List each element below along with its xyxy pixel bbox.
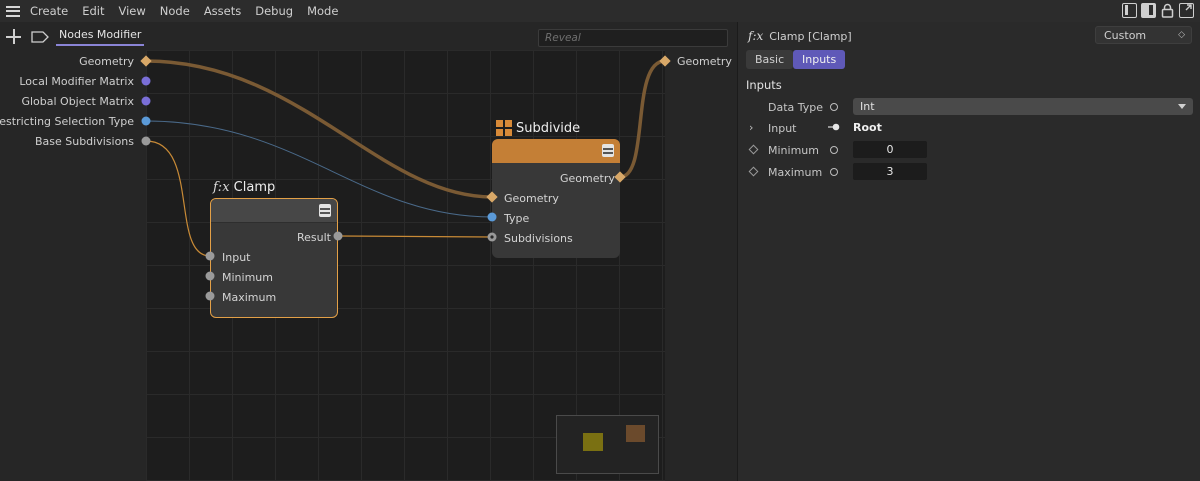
subdivide-input-type: Type <box>504 212 530 225</box>
output-ports-panel <box>665 50 736 481</box>
clamp-output-result: Result <box>297 231 331 244</box>
minimap-node-subdivide <box>626 425 645 442</box>
connected-port-icon <box>828 123 840 131</box>
chevron-down-icon <box>1178 104 1186 109</box>
minimum-label: Minimum <box>768 144 819 157</box>
input-port-base-subdivisions: Base Subdivisions <box>34 135 134 148</box>
node-menu-icon[interactable] <box>602 144 614 157</box>
lock-icon[interactable] <box>1160 3 1175 18</box>
clamp-node-header[interactable] <box>211 199 337 223</box>
input-port-global-object-matrix: Global Object Matrix <box>21 95 134 108</box>
minimap[interactable] <box>556 415 659 474</box>
tab-inputs[interactable]: Inputs <box>793 50 846 69</box>
minimap-node-clamp <box>583 433 603 451</box>
grid-icon <box>496 120 512 136</box>
data-type-label: Data Type <box>768 101 824 114</box>
animate-circle-icon[interactable] <box>830 146 838 154</box>
add-node-icon[interactable] <box>6 29 21 44</box>
clamp-node-title: f:x Clamp <box>213 180 275 195</box>
input-port-geometry: Geometry <box>79 55 134 68</box>
attribute-title-text: Clamp [Clamp] <box>769 30 852 43</box>
preset-dropdown[interactable]: Custom ◇ <box>1095 26 1192 44</box>
maximum-field[interactable]: 3 <box>853 163 927 180</box>
attribute-title: f:x Clamp [Clamp] <box>748 29 852 43</box>
input-value: Root <box>853 121 882 134</box>
expand-chevron-icon[interactable]: › <box>749 121 753 134</box>
input-label: Input <box>768 122 797 135</box>
chevron-updown-icon: ◇ <box>1178 30 1185 40</box>
subdivide-node-header[interactable] <box>492 139 620 163</box>
hamburger-menu-icon[interactable] <box>6 5 20 17</box>
animate-circle-icon[interactable] <box>830 103 838 111</box>
menu-create[interactable]: Create <box>30 4 68 18</box>
menu-node[interactable]: Node <box>160 4 190 18</box>
subdivide-input-subdivisions: Subdivisions <box>504 232 573 245</box>
panel-left-icon[interactable] <box>1122 3 1137 18</box>
data-type-dropdown[interactable]: Int <box>853 98 1193 115</box>
clamp-title-text: Clamp <box>233 180 276 195</box>
subdivide-node-title: Subdivide <box>516 121 581 136</box>
keyframe-diamond-icon[interactable] <box>748 144 759 155</box>
subdivide-input-geometry: Geometry <box>504 192 559 205</box>
new-window-icon[interactable] <box>1179 3 1194 18</box>
animate-circle-icon[interactable] <box>830 168 838 176</box>
clamp-input-minimum: Minimum <box>222 271 273 284</box>
clamp-input-input: Input <box>222 251 251 264</box>
keyframe-diamond-icon[interactable] <box>748 166 759 177</box>
fx-icon: f:x <box>213 180 230 195</box>
menu-assets[interactable]: Assets <box>204 4 241 18</box>
menu-edit[interactable]: Edit <box>82 4 104 18</box>
node-menu-icon[interactable] <box>319 204 331 217</box>
maximum-label: Maximum <box>768 166 823 179</box>
menu-mode[interactable]: Mode <box>307 4 338 18</box>
data-type-value: Int <box>860 100 875 113</box>
preset-value: Custom <box>1104 29 1147 42</box>
minimum-field[interactable]: 0 <box>853 141 927 158</box>
tag-icon[interactable] <box>31 31 49 43</box>
tab-nodes-modifier[interactable]: Nodes Modifier <box>56 28 145 46</box>
tab-basic[interactable]: Basic <box>746 50 794 69</box>
panel-right-icon[interactable] <box>1141 3 1156 18</box>
menu-debug[interactable]: Debug <box>255 4 293 18</box>
reveal-search-input[interactable]: Reveal <box>538 29 728 47</box>
subdivide-output-geometry: Geometry <box>560 172 615 185</box>
clamp-input-maximum: Maximum <box>222 291 277 304</box>
attribute-panel: f:x Clamp [Clamp] Custom ◇ Basic Inputs In… <box>737 22 1200 481</box>
menubar: Create Edit View Node Assets Debug Mode <box>0 0 1200 22</box>
output-port-geometry: Geometry <box>677 55 732 68</box>
window-controls <box>1122 3 1194 18</box>
menu-view[interactable]: View <box>119 4 146 18</box>
fx-icon: f:x <box>748 29 764 43</box>
input-port-local-modifier-matrix: Local Modifier Matrix <box>19 75 134 88</box>
input-port-restricting-selection-type: Restricting Selection Type <box>0 115 134 128</box>
section-header: Inputs <box>746 78 782 92</box>
